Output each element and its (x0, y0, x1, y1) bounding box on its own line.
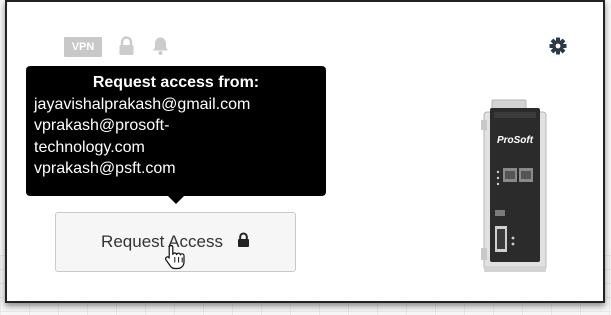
request-access-label: Request Access (101, 232, 223, 251)
bell-icon (151, 36, 170, 61)
request-access-tooltip: Request access from: jayavishalprakash@g… (26, 66, 326, 196)
gear-icon[interactable] (549, 37, 567, 60)
tooltip-email-line: technology.com (34, 138, 145, 156)
tooltip-arrow (168, 196, 184, 204)
tooltip-title: Request access from: (92, 74, 260, 91)
device-brand: ProSoft (497, 135, 534, 146)
tooltip-email-line: jayavishalprakash@gmail.com (34, 95, 251, 113)
lock-icon (237, 232, 250, 253)
tooltip-email-line: vprakash@prosoft- (34, 117, 170, 134)
vpn-badge: VPN (64, 37, 102, 57)
tooltip-email-line: vprakash@psft.com (34, 160, 176, 177)
hand-pointer-icon (163, 243, 187, 276)
lock-icon (118, 36, 135, 61)
device-image: ProSoft (478, 98, 554, 281)
